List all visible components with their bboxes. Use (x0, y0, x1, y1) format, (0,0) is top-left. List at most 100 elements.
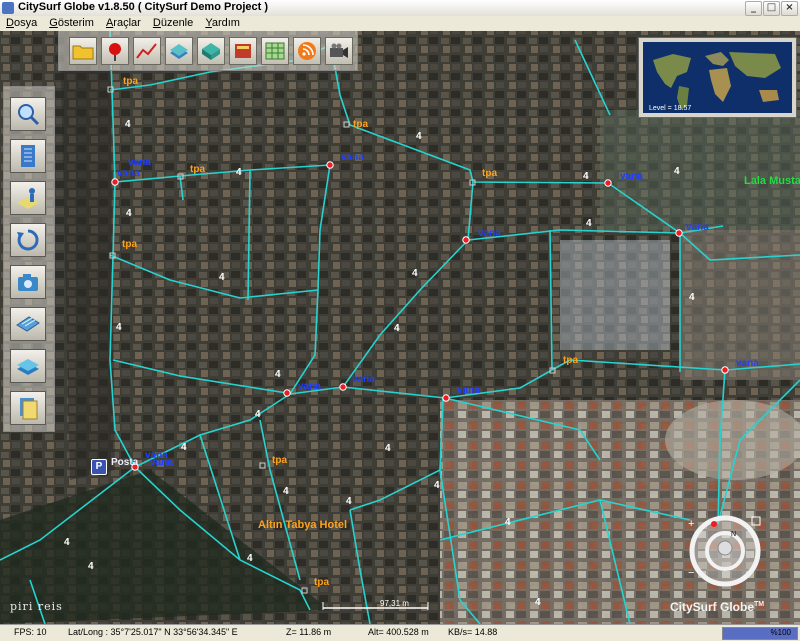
segment-number-label: 4 (586, 218, 592, 229)
place-marker-button[interactable] (101, 36, 129, 65)
book-icon (235, 43, 251, 58)
vana-label: vana (620, 171, 643, 182)
line-chart-icon (136, 42, 157, 59)
menu-dosya[interactable]: Dosya (0, 16, 40, 29)
segment-number-label: 4 (125, 119, 131, 130)
menu-duzenle[interactable]: Düzenle (147, 16, 196, 29)
close-button[interactable]: × (781, 1, 798, 16)
svg-text:+: + (688, 518, 694, 530)
menu-yardim[interactable]: Yardım (199, 16, 243, 29)
tpa-label: tpa (272, 455, 287, 466)
vana-label: vana (128, 157, 151, 168)
layer-icon (17, 359, 39, 375)
navigation-compass[interactable]: + − N (684, 510, 766, 592)
segment-number-label: 4 (394, 323, 400, 334)
kbs-readout: KB/s= 14.88 (448, 627, 498, 637)
segment-number-label: 4 (689, 292, 695, 303)
posta-label: Posta (111, 457, 139, 468)
grid-table-icon (265, 42, 285, 59)
side-tool-panel (3, 86, 55, 432)
vana-label: vana (736, 358, 759, 369)
scale-label: 97,31 m (380, 599, 409, 608)
overview-minimap[interactable]: Level = 18.57 (638, 37, 797, 118)
segment-number-label: 4 (64, 537, 70, 548)
vana-label: vana (478, 228, 501, 239)
status-bar: FPS: 10 Lat/Long : 35°7'25.017" N 33°56'… (0, 624, 800, 641)
layer-stack-icon (170, 43, 188, 59)
camera-icon (18, 274, 38, 291)
red-pin-icon (109, 42, 121, 61)
tpa-label: tpa (190, 164, 205, 175)
segment-number-label: 4 (385, 443, 391, 454)
svg-text:−: − (688, 567, 694, 579)
zoom-progress-bar: %100 (722, 627, 798, 640)
world-map (653, 52, 781, 110)
title-bar: CitySurf Globe v1.8.50 ( CitySurf Demo P… (0, 0, 800, 17)
citysurf-logo: CitySurf GlobeTM (670, 600, 765, 614)
latlong-readout: Lat/Long : 35°7'25.017" N 33°56'34.345" … (68, 627, 238, 637)
open-folder-button[interactable] (69, 36, 97, 65)
keyboard-icon (16, 316, 40, 332)
menu-gosterim[interactable]: Gösterim (43, 16, 97, 29)
object-button[interactable] (197, 36, 225, 65)
vana-label: vana (298, 381, 321, 392)
parking-icon: P (91, 459, 107, 475)
rss-icon (298, 41, 316, 60)
segment-number-label: 4 (412, 268, 418, 279)
rotate-tool-button[interactable] (10, 223, 46, 257)
tpa-label: tpa (314, 577, 329, 588)
altitude-readout: Alt= 400.528 m (368, 627, 429, 637)
vana-label: vana (150, 457, 173, 468)
piri-reis-logo: piri reis (10, 600, 63, 613)
segment-number-label: 4 (535, 597, 541, 608)
zoom-percent: %100 (770, 628, 791, 637)
window-title: CitySurf Globe v1.8.50 ( CitySurf Demo P… (18, 1, 269, 13)
vana-label: vana (457, 385, 480, 396)
street-label: Lala Musta (744, 175, 800, 187)
tpa-label: tpa (563, 355, 578, 366)
camera-tool-button[interactable] (10, 265, 46, 299)
zoom-tool-button[interactable] (10, 97, 46, 131)
toolbar (58, 31, 358, 71)
vana-label: vana (341, 152, 364, 163)
segment-number-label: 4 (275, 369, 281, 380)
person-layer-button[interactable] (10, 181, 46, 215)
building-icon (21, 145, 35, 167)
rss-button[interactable] (293, 36, 321, 65)
tpa-label: tpa (353, 119, 368, 130)
fps-readout: FPS: 10 (14, 627, 47, 637)
segment-number-label: 4 (116, 322, 122, 333)
line-chart-button[interactable] (133, 36, 161, 65)
segment-number-label: 4 (181, 442, 187, 453)
layer-tool-button[interactable] (10, 349, 46, 383)
layers-button[interactable] (165, 36, 193, 65)
documents-icon (20, 398, 38, 420)
segment-number-label: 4 (283, 486, 289, 497)
segment-number-label: 4 (674, 166, 680, 177)
minimize-button[interactable]: _ (745, 1, 762, 16)
menu-araclar[interactable]: Araçlar (100, 16, 144, 29)
vana-label: vana (686, 222, 709, 233)
video-button[interactable] (325, 36, 353, 65)
zoom-level-text: Level = 18.57 (649, 105, 692, 112)
z-readout: Z= 11.86 m (286, 627, 332, 637)
tpa-label: tpa (122, 239, 137, 250)
svg-text:N: N (731, 531, 736, 538)
grid-button[interactable] (261, 36, 289, 65)
segment-number-label: 4 (346, 496, 352, 507)
segment-number-label: 4 (247, 553, 253, 564)
video-camera-icon (330, 43, 348, 58)
hotel-label: Altın Tabya Hotel (258, 519, 348, 531)
vana-label: vana (352, 374, 375, 385)
building-tool-button[interactable] (10, 139, 46, 173)
segment-number-label: 4 (255, 409, 261, 420)
segment-number-label: 4 (126, 208, 132, 219)
maximize-button[interactable]: □ (763, 1, 780, 16)
keyboard-tool-button[interactable] (10, 307, 46, 341)
map-view[interactable]: tpa tpa tpa tpa tpa tpa tpa tpa vana van… (0, 31, 800, 624)
app-icon (2, 2, 14, 14)
book-button[interactable] (229, 36, 257, 65)
person-layer-icon (17, 188, 39, 209)
segment-number-label: 4 (505, 517, 511, 528)
documents-tool-button[interactable] (10, 391, 46, 425)
